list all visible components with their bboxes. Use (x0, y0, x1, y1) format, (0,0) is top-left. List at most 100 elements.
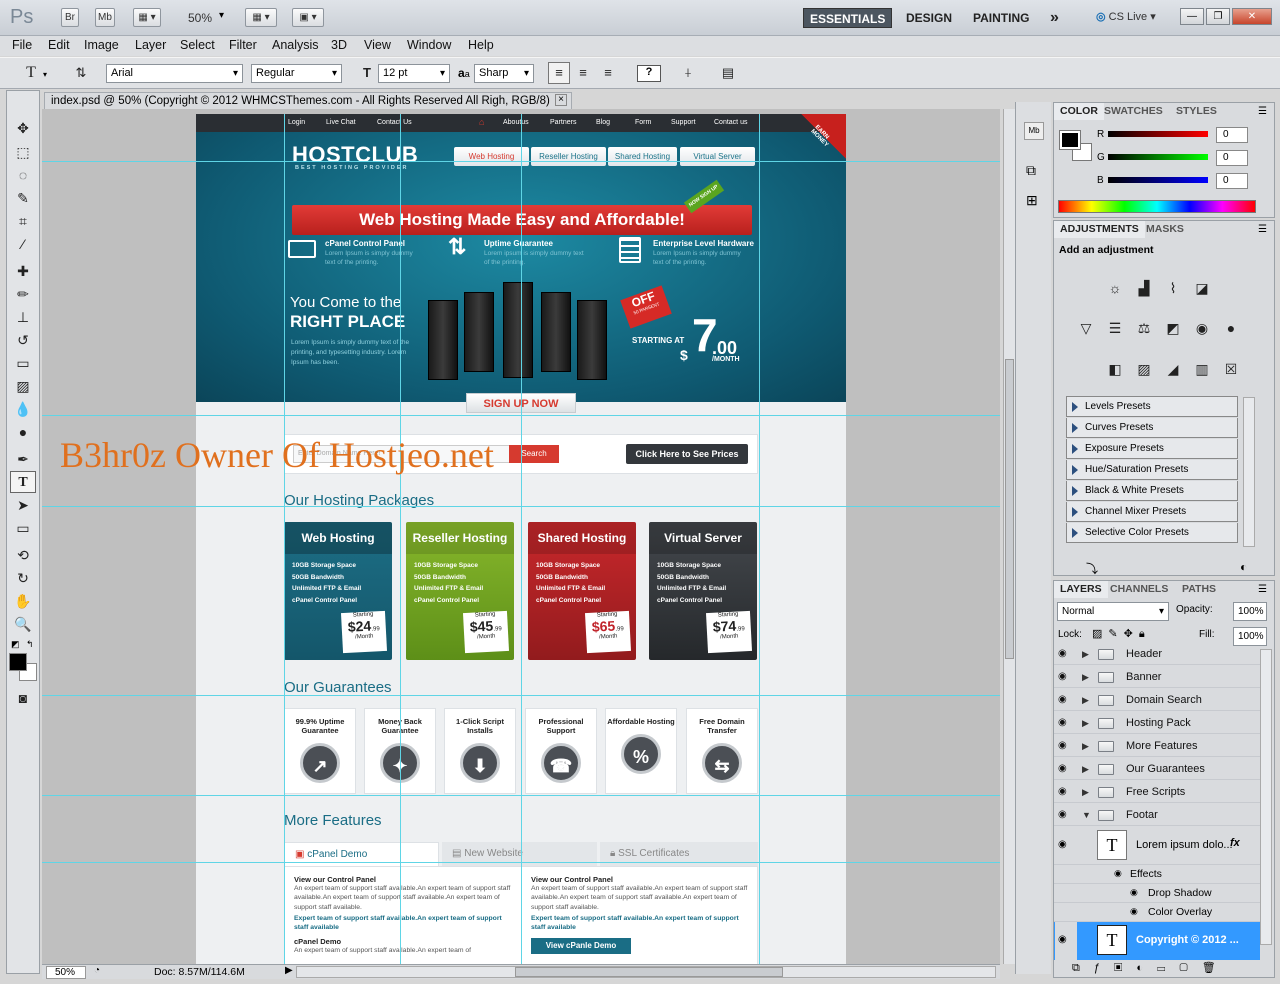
eye-icon[interactable]: ◉ (1114, 868, 1122, 879)
document-tab[interactable]: index.psd @ 50% (Copyright © 2012 WHMCST… (44, 92, 572, 109)
gradient-map-icon[interactable]: ▥ (1190, 358, 1214, 380)
clone-stamp-tool-icon[interactable]: ⊥ (10, 306, 36, 328)
channel-r-slider[interactable] (1108, 131, 1208, 137)
eye-icon[interactable]: ◉ (1058, 758, 1072, 780)
layers-bottom-toolbar[interactable]: ⧉ƒ▣◐▭▢🗑︎ (1054, 961, 1274, 977)
tab-adjustments[interactable]: ADJUSTMENTS (1054, 221, 1145, 238)
black-white-icon[interactable]: ◩ (1161, 317, 1185, 339)
foreground-color-swatch[interactable] (9, 653, 27, 671)
layer-group-domain-search[interactable]: ◉ ▶ Domain Search (1054, 689, 1260, 711)
text-color-swatch[interactable]: ? (637, 65, 661, 82)
3d-orbit-tool-icon[interactable]: ↻ (10, 567, 36, 589)
tab-styles[interactable]: STYLES (1170, 103, 1223, 120)
warp-text-icon[interactable]: ⍭ (677, 62, 699, 84)
layer-group-banner[interactable]: ◉ ▶ Banner (1054, 666, 1260, 688)
view-extras-button[interactable]: ▦ ▾ (133, 8, 161, 27)
layer-group-guarantees[interactable]: ◉ ▶ Our Guarantees (1054, 758, 1260, 780)
preset-curves[interactable]: Curves Presets (1066, 418, 1238, 438)
layer-group-more-features[interactable]: ◉ ▶ More Features (1054, 735, 1260, 757)
expand-icon[interactable]: ▶ (1082, 758, 1089, 780)
zoom-tool-icon[interactable]: 🔍 (10, 613, 36, 635)
restore-button[interactable]: ❐ (1206, 8, 1230, 25)
invert-icon[interactable]: ◧ (1103, 358, 1127, 380)
layer-effects-row[interactable]: ◉ Effects (1054, 865, 1260, 884)
eye-icon[interactable]: ◉ (1130, 906, 1138, 917)
menu-filter[interactable]: Filter (229, 38, 257, 52)
default-colors-icon[interactable]: ◩ (11, 639, 20, 650)
lasso-tool-icon[interactable]: ◌ (10, 164, 36, 186)
brightness-icon[interactable]: ☼ (1103, 277, 1127, 299)
zoom-level[interactable]: 50% (188, 11, 212, 25)
channel-r-value[interactable]: 0 (1216, 127, 1248, 143)
presets-scrollbar[interactable] (1243, 397, 1255, 547)
menu-window[interactable]: Window (407, 38, 451, 52)
eye-icon[interactable]: ◉ (1058, 735, 1072, 757)
tab-layers[interactable]: LAYERS (1054, 581, 1108, 598)
path-selection-tool-icon[interactable]: ➤ (10, 494, 36, 516)
font-family-select[interactable]: Arial (106, 64, 243, 83)
close-document-icon[interactable]: × (555, 94, 567, 106)
eye-icon[interactable]: ◉ (1130, 887, 1138, 898)
vertical-scroll-thumb[interactable] (1005, 359, 1014, 659)
align-left-icon[interactable]: ≡ (548, 62, 570, 84)
preset-dropdown-icon[interactable]: ▾ (43, 70, 47, 79)
history-panel-icon[interactable]: ⧉ (1026, 162, 1036, 179)
layer-text-lorem[interactable]: ◉ T Lorem ipsum dolo... fx (1054, 827, 1260, 865)
channel-g-slider[interactable] (1108, 154, 1208, 160)
menu-help[interactable]: Help (468, 38, 494, 52)
layer-group-footar[interactable]: ◉ ▼ Footar (1054, 804, 1260, 826)
visibility-toggle-icon[interactable]: ◐ (1240, 560, 1247, 574)
vertical-scrollbar[interactable] (1003, 109, 1015, 964)
character-panel-icon[interactable]: ▤ (717, 62, 739, 84)
arrange-documents-button[interactable]: ▦ ▾ (245, 8, 277, 27)
blend-mode-select[interactable]: Normal (1057, 602, 1169, 621)
eye-icon[interactable]: ◉ (1058, 804, 1072, 826)
expand-icon[interactable]: ▶ (1082, 689, 1089, 711)
brush-tool-icon[interactable]: ✏ (10, 283, 36, 305)
move-tool-icon[interactable]: ✥ (10, 117, 36, 139)
tab-paths[interactable]: PATHS (1176, 581, 1222, 598)
color-spectrum-bar[interactable] (1058, 200, 1256, 213)
eye-icon[interactable]: ◉ (1058, 643, 1072, 665)
anti-alias-select[interactable]: Sharp (474, 64, 534, 83)
status-info-icon[interactable]: ◔ (94, 965, 100, 976)
minimize-button[interactable]: — (1180, 8, 1204, 25)
history-brush-tool-icon[interactable]: ↺ (10, 329, 36, 351)
expand-icon[interactable]: ▶ (1082, 643, 1089, 665)
workspace-design[interactable]: DESIGN (900, 8, 958, 28)
text-tool-preset-icon[interactable]: T (20, 62, 42, 84)
type-tool-icon[interactable]: T (10, 471, 36, 493)
tab-masks[interactable]: MASKS (1140, 221, 1190, 238)
horizontal-scroll-thumb[interactable] (515, 967, 783, 977)
close-window-button[interactable]: ✕ (1232, 8, 1272, 25)
quick-mask-icon[interactable]: ◙ (10, 687, 36, 709)
cs-live-menu[interactable]: ◎ CS Live ▾ (1096, 10, 1156, 23)
opacity-input[interactable]: 100% (1233, 602, 1267, 621)
channel-mixer-icon[interactable]: ● (1219, 317, 1243, 339)
more-workspaces-icon[interactable]: » (1044, 8, 1065, 28)
channel-g-value[interactable]: 0 (1216, 150, 1248, 166)
eye-icon[interactable]: ◉ (1058, 712, 1072, 734)
eye-icon[interactable]: ◉ (1058, 666, 1072, 688)
fx-icon[interactable]: fx (1230, 837, 1240, 849)
workspace-painting[interactable]: PAINTING (967, 8, 1035, 28)
levels-icon[interactable]: ▟ (1132, 277, 1156, 299)
menu-analysis[interactable]: Analysis (272, 38, 319, 52)
tab-channels[interactable]: CHANNELS (1104, 581, 1174, 598)
selective-color-icon[interactable]: ☒ (1219, 358, 1243, 380)
panel-menu-icon[interactable]: ☰ (1258, 224, 1267, 235)
panel-menu-icon[interactable]: ☰ (1258, 106, 1267, 117)
lock-options-icons[interactable]: ▨✎✥🔒︎ (1092, 627, 1151, 641)
zoom-dropdown-icon[interactable]: ▾ (219, 10, 224, 21)
marquee-tool-icon[interactable]: ⬚ (10, 141, 36, 163)
photo-filter-icon[interactable]: ◉ (1190, 317, 1214, 339)
vibrance-icon[interactable]: ▽ (1074, 317, 1098, 339)
workspace-essentials[interactable]: ESSENTIALS (803, 8, 893, 28)
layer-group-free-scripts[interactable]: ◉ ▶ Free Scripts (1054, 781, 1260, 803)
swap-colors-icon[interactable]: ↰ (26, 639, 34, 650)
layer-group-header[interactable]: ◉ ▶ Header (1054, 643, 1260, 665)
eye-icon[interactable]: ◉ (1058, 839, 1067, 850)
dodge-tool-icon[interactable]: ● (10, 421, 36, 443)
eye-icon[interactable]: ◉ (1058, 689, 1072, 711)
channel-b-value[interactable]: 0 (1216, 173, 1248, 189)
